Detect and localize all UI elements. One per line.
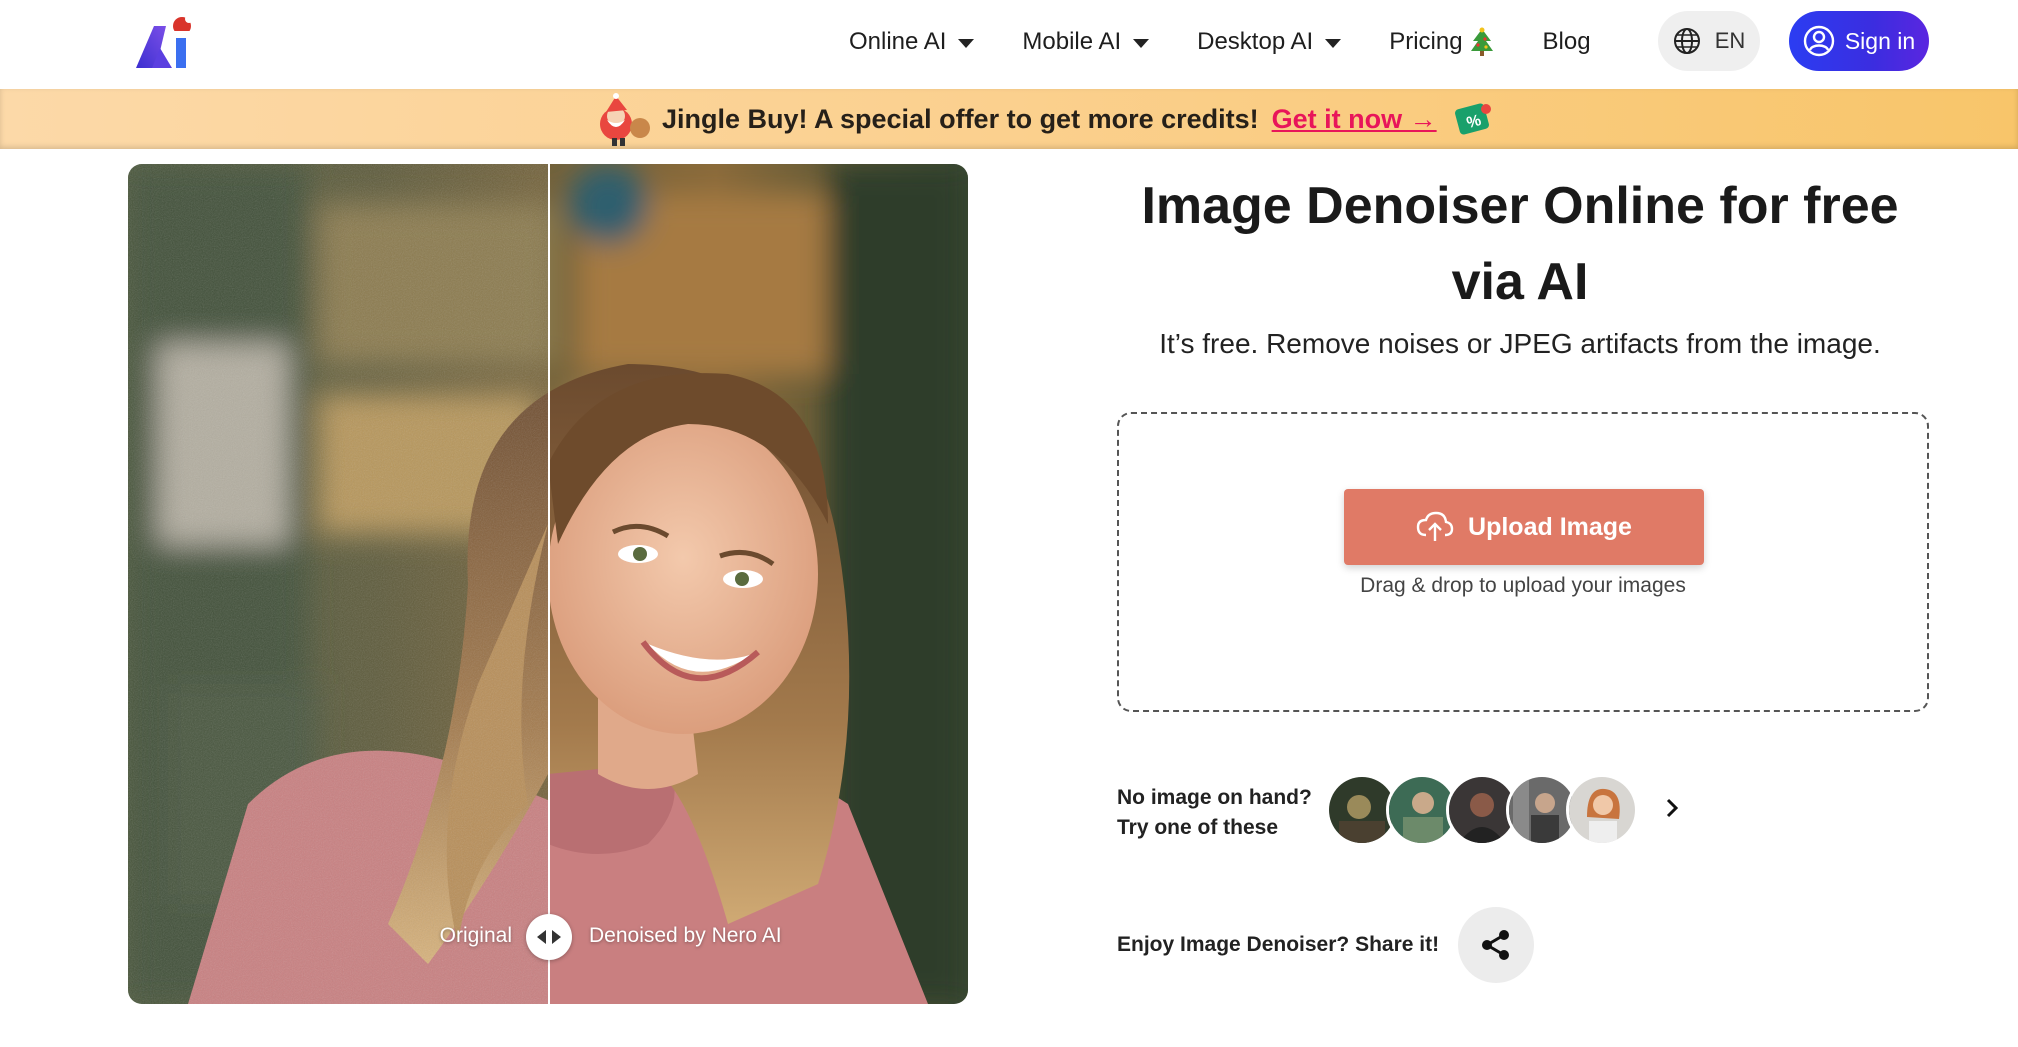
- nav-pricing[interactable]: Pricing: [1389, 27, 1494, 57]
- upload-image-label: Upload Image: [1468, 512, 1632, 541]
- nav-online-ai-label: Online AI: [849, 28, 947, 55]
- page-title-line-2: via AI: [1451, 253, 1589, 311]
- chevron-right-icon[interactable]: [1657, 793, 1687, 823]
- nav-mobile-ai[interactable]: Mobile AI: [1022, 28, 1150, 56]
- comparison-divider: [548, 164, 550, 1004]
- page-title: Image Denoiser Online for free via AI: [1110, 168, 1930, 320]
- promo-banner: Jingle Buy! A special offer to get more …: [0, 89, 2018, 149]
- before-after-comparison[interactable]: Original Denoised by Nero AI: [128, 164, 968, 1004]
- share-icon: [1482, 930, 1509, 960]
- sample-images: [1326, 774, 1638, 846]
- page-subtitle: It’s free. Remove noises or JPEG artifac…: [1159, 328, 1881, 359]
- language-selector[interactable]: EN: [1658, 11, 1760, 71]
- nav-mobile-ai-label: Mobile AI: [1022, 28, 1122, 55]
- sign-in-button[interactable]: Sign in: [1789, 11, 1929, 71]
- main-nav: Online AI Mobile AI Desktop AI Pricing B…: [849, 0, 1639, 84]
- nav-desktop-ai-label: Desktop AI: [1197, 28, 1314, 55]
- cloud-upload-icon: [1416, 511, 1454, 541]
- original-label: Original: [439, 924, 512, 947]
- nav-desktop-ai[interactable]: Desktop AI: [1197, 28, 1342, 56]
- upload-dropzone[interactable]: Upload Image Drag & drop to upload your …: [1117, 412, 1929, 712]
- language-code: EN: [1714, 28, 1746, 53]
- sign-in-label: Sign in: [1844, 27, 1916, 54]
- chevron-down-icon: [1325, 38, 1342, 48]
- site-header: Online AI Mobile AI Desktop AI Pricing B…: [0, 0, 2018, 89]
- denoised-label: Denoised by Nero AI: [589, 924, 782, 947]
- page-title-line-1: Image Denoiser Online for free: [1141, 177, 1899, 235]
- nav-blog-label: Blog: [1542, 28, 1591, 55]
- nav-blog[interactable]: Blog: [1543, 28, 1591, 56]
- left-right-arrows-icon: [537, 930, 561, 944]
- discount-ticket-icon: %: [1454, 103, 1491, 135]
- logo[interactable]: [134, 14, 200, 70]
- sample-prompt-line-1: No image on hand?: [1117, 786, 1312, 809]
- sample-prompt-line-2: Try one of these: [1117, 816, 1279, 839]
- sample-thumbnail: [1569, 777, 1635, 843]
- sample-prompt: No image on hand? Try one of these: [1117, 783, 1312, 843]
- sample-image[interactable]: [1566, 774, 1638, 846]
- globe-icon: [1673, 28, 1700, 54]
- santa-icon: [600, 93, 650, 146]
- upload-image-button[interactable]: Upload Image: [1344, 489, 1704, 565]
- nav-pricing-label: Pricing: [1389, 28, 1463, 55]
- share-button[interactable]: [1458, 907, 1534, 983]
- share-prompt: Enjoy Image Denoiser? Share it!: [1117, 933, 1440, 956]
- promo-text: Jingle Buy! A special offer to get more …: [662, 103, 1259, 134]
- chevron-down-icon: [1133, 38, 1150, 48]
- user-icon: [1803, 25, 1835, 57]
- comparison-slider-handle[interactable]: [526, 914, 572, 960]
- promo-link[interactable]: Get it now →: [1272, 104, 1437, 135]
- chevron-down-icon: [958, 38, 975, 48]
- nav-online-ai[interactable]: Online AI: [849, 28, 975, 56]
- christmas-tree-icon: [1470, 27, 1493, 56]
- drag-drop-hint: Drag & drop to upload your images: [1360, 574, 1686, 597]
